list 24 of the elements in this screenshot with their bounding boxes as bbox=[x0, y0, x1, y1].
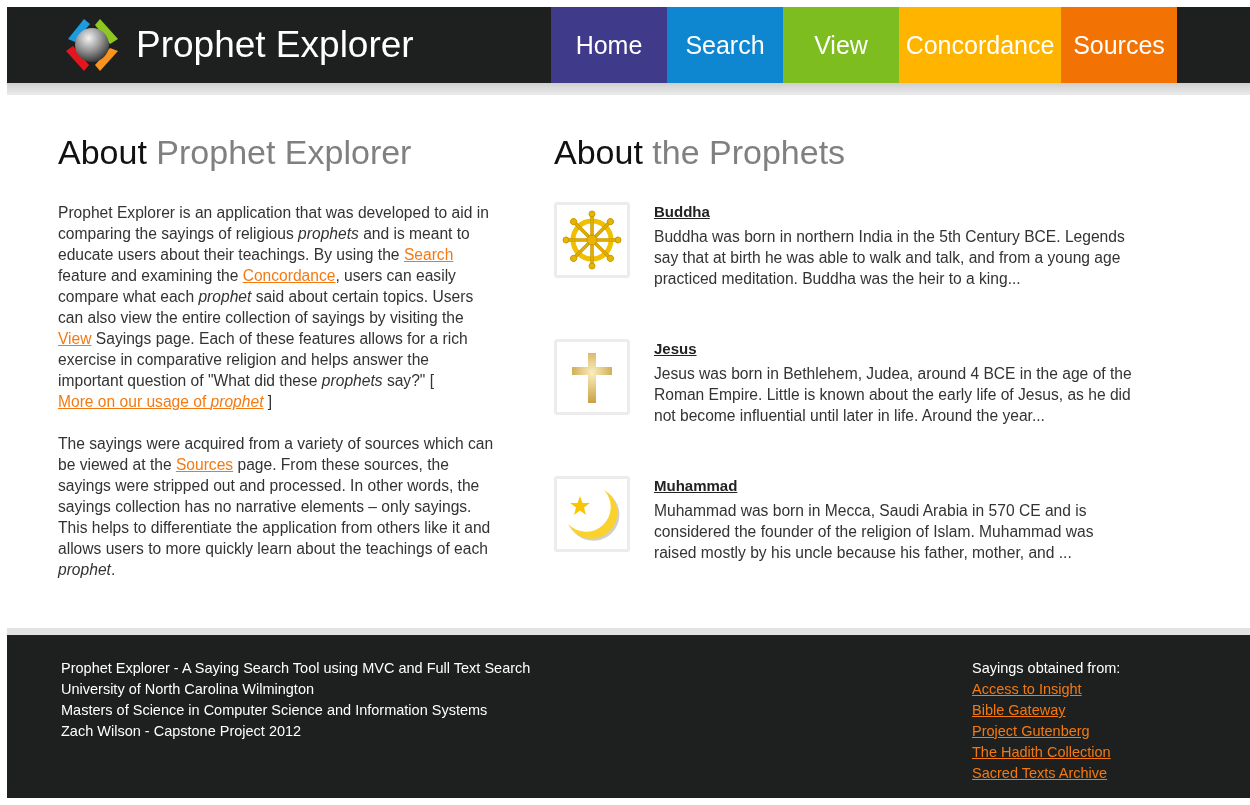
section-heading: About Prophet Explorer bbox=[58, 133, 413, 172]
section-heading: About the Prophets bbox=[554, 133, 847, 172]
paragraph: Prophet Explorer is an application that was developed to aid in comparing the sayings of religious prophets and is meant to educate users about their teachings. By using the Search feature and examining the Concordance, users can easily compare what each prophet said about certain topics. Users can also view the entire collection of sayings by visiting the View Sayings page. Each of these features allows for a rich exercise in comparative religion and helps answer the important question of "What did these prophets say?" [ More on our usage of prophet ] bbox=[58, 203, 490, 412]
source-link[interactable]: Access to Insight bbox=[972, 681, 1082, 697]
prophet-link[interactable]: Muhammad bbox=[654, 477, 738, 494]
nav-tab[interactable]: Home bbox=[551, 7, 667, 83]
prophet-summary: Muhammad was born in Mecca, Saudi Arabia in 570 CE and is considered the founder of the religion of Islam. Muhammad was raised mostly by his uncle because his father, mother, and ... bbox=[654, 501, 1095, 563]
footer-text: Masters of Science in Computer Science and Information Systems bbox=[61, 701, 489, 720]
wheel-icon bbox=[562, 210, 622, 270]
footer-text: University of North Carolina Wilmington bbox=[61, 680, 316, 699]
source-link[interactable]: The Hadith Collection bbox=[972, 744, 1111, 760]
footer-heading: Sayings obtained from: bbox=[972, 659, 1121, 678]
source-link[interactable]: Bible Gateway bbox=[972, 702, 1066, 718]
site-title: Prophet Explorer bbox=[136, 24, 414, 66]
paragraph: The sayings were acquired from a variety of sources which can be viewed at the Sources page. From these sources, the sayings were stripped out and processed. In other words, the sayings collection has no narrative elements – only sayings. This helps to differentiate the application from others like it and allows users to more quickly learn about the teachings of each prophet. bbox=[58, 434, 495, 580]
prophet-link[interactable]: Buddha bbox=[654, 203, 710, 220]
footer-text: Zach Wilson - Capstone Project 2012 bbox=[61, 722, 303, 741]
prophet-link[interactable]: Jesus bbox=[654, 340, 697, 357]
source-link[interactable]: Project Gutenberg bbox=[972, 723, 1090, 739]
nav-tab[interactable]: Search bbox=[667, 7, 783, 83]
prophet-summary: Buddha was born in northern India in the 5th Century BCE. Legends say that at birth he was able to walk and talk, and from a young age practiced meditation. Buddha was the heir to a king... bbox=[654, 227, 1126, 289]
footer-text: Prophet Explorer - A Saying Search Tool using MVC and Full Text Search bbox=[61, 659, 532, 678]
source-link[interactable]: Sacred Texts Archive bbox=[972, 765, 1108, 781]
prophet-summary: Jesus was born in Bethlehem, Judea, around 4 BCE in the age of the Roman Empire. Little is known about the early life of Jesus, as he did not become influential until later in life. Around the year... bbox=[654, 364, 1133, 426]
